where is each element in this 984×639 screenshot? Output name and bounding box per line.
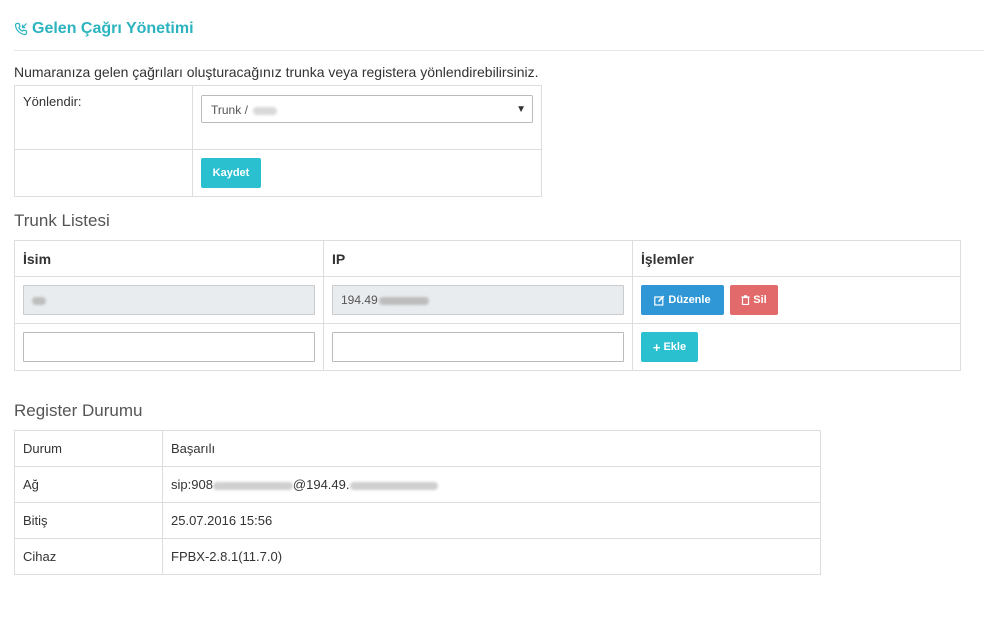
device-value: FPBX-2.8.1(11.7.0)	[162, 538, 821, 575]
actions-cell: Düzenle Sil	[632, 276, 961, 324]
routing-label-cell: Yönlendir:	[14, 85, 193, 150]
column-header-actions: İşlemler	[632, 240, 961, 277]
new-name-cell	[14, 323, 324, 371]
delete-button-label: Sil	[753, 294, 767, 306]
network-value-host: @194.49.	[292, 477, 350, 492]
edit-button[interactable]: Düzenle	[641, 285, 724, 315]
table-row: Cihaz FPBX-2.8.1(11.7.0)	[14, 538, 821, 575]
add-button[interactable]: + Ekle	[641, 332, 698, 362]
trunk-ip-field[interactable]: 194.49	[332, 285, 624, 315]
redacted-value	[212, 481, 293, 490]
delete-button[interactable]: Sil	[730, 285, 778, 315]
page-header: Gelen Çağrı Yönetimi	[14, 20, 194, 38]
routing-label: Yönlendir:	[23, 94, 82, 109]
table-header-row: İsim IP İşlemler	[14, 240, 961, 277]
column-header-ip: IP	[323, 240, 633, 277]
edit-button-label: Düzenle	[668, 294, 711, 306]
add-cell: + Ekle	[632, 323, 961, 371]
new-trunk-ip-input[interactable]	[332, 332, 624, 362]
table-row: Durum Başarılı	[14, 430, 821, 467]
intro-text: Numaranıza gelen çağrıları oluşturacağın…	[14, 64, 539, 80]
table-row: Ağ sip:908 @194.49.	[14, 466, 821, 503]
edit-icon	[654, 295, 665, 306]
redacted-value	[349, 481, 438, 490]
table-row: + Ekle	[14, 323, 961, 371]
trunk-list-title: Trunk Listesi	[14, 211, 110, 230]
network-key: Ağ	[14, 466, 163, 503]
network-value-prefix: sip:908	[171, 477, 213, 492]
status-value: Başarılı	[162, 430, 821, 467]
network-value-cell: sip:908 @194.49.	[162, 466, 821, 503]
table-row: 194.49 Düzenle Sil	[14, 276, 961, 324]
save-button-label: Kaydet	[212, 167, 250, 179]
status-key: Durum	[14, 430, 163, 467]
redacted-value	[378, 296, 429, 305]
phone-incoming-icon	[14, 22, 28, 36]
chevron-down-icon: ▼	[516, 104, 526, 115]
header-divider	[14, 50, 984, 51]
add-button-label: Ekle	[663, 341, 687, 353]
table-row: Bitiş 25.07.2016 15:56	[14, 502, 821, 539]
trunk-table: İsim IP İşlemler 194.49 Düzenle Sil + Ek…	[14, 240, 961, 371]
expiry-value: 25.07.2016 15:56	[162, 502, 821, 539]
device-key: Cihaz	[14, 538, 163, 575]
save-cell: Kaydet	[192, 149, 542, 197]
expiry-key: Bitiş	[14, 502, 163, 539]
redacted-value	[253, 106, 278, 115]
redacted-value	[32, 296, 46, 305]
trunk-name-field[interactable]	[23, 285, 315, 315]
empty-cell	[14, 149, 193, 197]
routing-select-cell: Trunk / ▼	[192, 85, 542, 150]
plus-icon: +	[652, 339, 661, 355]
trunk-ip-value: 194.49	[341, 293, 378, 307]
register-status-title: Register Durumu	[14, 401, 143, 420]
routing-form-table: Yönlendir: Trunk / ▼ Kaydet	[14, 85, 542, 197]
trash-icon	[741, 295, 750, 305]
new-ip-cell	[323, 323, 633, 371]
page-title: Gelen Çağrı Yönetimi	[32, 20, 194, 37]
routing-select[interactable]: Trunk / ▼	[201, 95, 533, 123]
name-cell	[14, 276, 324, 324]
register-status-table: Durum Başarılı Ağ sip:908 @194.49. Bitiş …	[14, 430, 821, 575]
new-trunk-name-input[interactable]	[23, 332, 315, 362]
save-button[interactable]: Kaydet	[201, 158, 261, 188]
ip-cell: 194.49	[323, 276, 633, 324]
column-header-name: İsim	[14, 240, 324, 277]
routing-select-value: Trunk /	[211, 103, 248, 117]
